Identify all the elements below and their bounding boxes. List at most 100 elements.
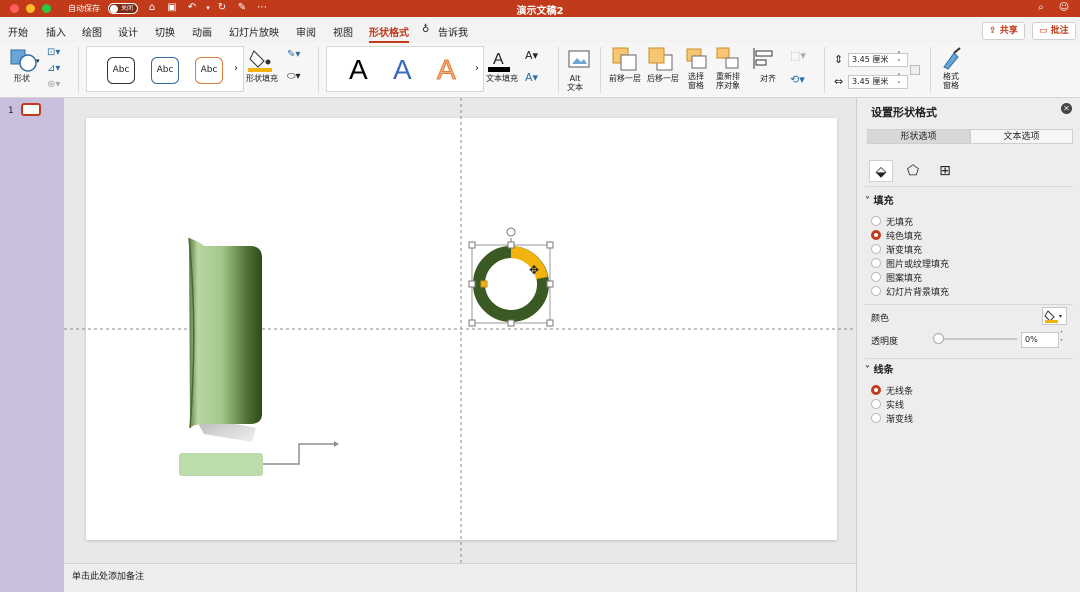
shapes-icon[interactable] bbox=[10, 48, 38, 72]
notes-pane[interactable]: 单击此处添加备注 bbox=[64, 563, 856, 592]
tab-insert[interactable]: 插入 bbox=[46, 24, 66, 39]
bring-forward-icon[interactable] bbox=[612, 47, 638, 71]
slide-thumbnail[interactable] bbox=[21, 103, 41, 116]
radio-pattern-fill[interactable] bbox=[871, 272, 881, 282]
group-icon[interactable]: ⬚▾ bbox=[790, 49, 806, 62]
shape-fill-label: 形状填充 bbox=[246, 74, 278, 83]
color-label: 颜色 bbox=[871, 314, 890, 324]
shape-options-tab[interactable]: 形状选项 bbox=[867, 129, 970, 144]
tab-shape-format[interactable]: 形状格式 bbox=[369, 24, 409, 43]
format-pane-label: 格式 窗格 bbox=[943, 72, 959, 90]
radio-solid-line[interactable] bbox=[871, 399, 881, 409]
reorder-objects-icon[interactable] bbox=[716, 47, 742, 71]
rotate-icon[interactable]: ⟲▾ bbox=[790, 73, 805, 86]
transparency-stepper[interactable]: ˄ ˅ bbox=[1060, 331, 1063, 347]
selection-pane-icon[interactable] bbox=[686, 47, 708, 71]
search-icon[interactable]: ⌕ bbox=[1035, 2, 1047, 14]
slide-content: ✥ bbox=[64, 98, 856, 564]
tell-me-search[interactable]: 告诉我 bbox=[438, 24, 468, 39]
lock-aspect-ratio-icon[interactable] bbox=[910, 65, 920, 75]
curled-page-shape[interactable] bbox=[188, 237, 262, 442]
transparency-slider[interactable] bbox=[937, 338, 1017, 340]
solid-line-label: 实线 bbox=[886, 401, 905, 411]
text-fill-label: 文本填充 bbox=[486, 74, 518, 83]
radio-gradient-line[interactable] bbox=[871, 413, 881, 423]
size-properties-tab-icon[interactable]: ⊞ bbox=[933, 160, 957, 182]
donut-shape-selected[interactable]: ✥ bbox=[468, 227, 554, 327]
tab-design[interactable]: 设计 bbox=[118, 24, 138, 39]
text-outline-icon[interactable]: A▾ bbox=[525, 49, 538, 62]
height-icon: ⇕ bbox=[834, 53, 844, 66]
tab-slideshow[interactable]: 幻灯片放映 bbox=[229, 24, 279, 39]
wordart-style-1[interactable]: A bbox=[349, 55, 368, 85]
line-section-header[interactable]: ˅ 线条 bbox=[865, 361, 893, 376]
reorder-objects-label: 重新排 序对象 bbox=[716, 72, 740, 90]
shape-effects-icon[interactable]: ⬭▾ bbox=[287, 71, 301, 82]
radio-picture-fill[interactable] bbox=[871, 258, 881, 268]
fill-header-text: 填充 bbox=[873, 196, 894, 207]
fill-section-header[interactable]: ˅ 填充 bbox=[865, 192, 893, 207]
tab-draw[interactable]: 绘图 bbox=[82, 24, 102, 39]
shapes-dropdown-icon[interactable]: ▾ bbox=[36, 57, 40, 65]
merge-shapes-icon[interactable]: ⊕▾ bbox=[47, 79, 60, 90]
radio-gradient-fill[interactable] bbox=[871, 244, 881, 254]
tab-transitions[interactable]: 切换 bbox=[155, 24, 175, 39]
effects-tab-icon[interactable]: ⬠ bbox=[901, 160, 925, 182]
transparency-input[interactable]: 0% bbox=[1021, 332, 1059, 348]
format-shape-panel: 设置形状格式 ✕ 形状选项 文本选项 ⬙ ⬠ ⊞ ˅ 填充 无填充 纯色填充 渐… bbox=[856, 98, 1080, 592]
account-icon[interactable]: ☺ bbox=[1058, 2, 1070, 14]
text-fill-icon[interactable]: A bbox=[488, 47, 512, 73]
notes-placeholder: 单击此处添加备注 bbox=[72, 572, 145, 582]
transparency-slider-knob[interactable] bbox=[933, 333, 944, 344]
shapes-label: 形状 bbox=[14, 74, 30, 83]
shape-fill-icon[interactable] bbox=[248, 47, 274, 73]
send-backward-icon[interactable] bbox=[648, 47, 674, 71]
tab-animations[interactable]: 动画 bbox=[192, 24, 212, 39]
share-icon: ⇪ bbox=[989, 26, 1000, 36]
panel-close-icon[interactable]: ✕ bbox=[1061, 103, 1072, 114]
wordart-style-2[interactable]: A bbox=[393, 55, 412, 85]
wordart-more-icon[interactable]: › bbox=[475, 63, 479, 74]
textbox-icon[interactable]: ⊡▾ bbox=[47, 47, 60, 58]
comments-button[interactable]: ▭ 批注 bbox=[1032, 22, 1076, 40]
tab-review[interactable]: 审阅 bbox=[296, 24, 316, 39]
rotate-handle[interactable] bbox=[506, 227, 516, 237]
transparency-label: 透明度 bbox=[871, 337, 899, 347]
align-icon[interactable] bbox=[752, 47, 778, 71]
wordart-style-3[interactable]: A bbox=[437, 54, 457, 85]
radio-no-line[interactable] bbox=[871, 385, 881, 395]
edit-shape-icon[interactable]: ⊿▾ bbox=[47, 63, 60, 74]
pattern-fill-label: 图案填充 bbox=[886, 274, 923, 284]
shape-style-1[interactable]: Abc bbox=[107, 57, 135, 84]
text-options-tab[interactable]: 文本选项 bbox=[970, 129, 1073, 144]
shape-style-2[interactable]: Abc bbox=[151, 57, 179, 84]
fill-line-tab-icon[interactable]: ⬙ bbox=[869, 160, 893, 182]
solid-fill-label: 纯色填充 bbox=[886, 232, 923, 242]
radio-solid-fill[interactable] bbox=[871, 230, 881, 240]
share-button[interactable]: ⇪ 共享 bbox=[982, 22, 1025, 40]
styles-more-icon[interactable]: › bbox=[234, 63, 238, 74]
text-effects-icon[interactable]: A▾ bbox=[525, 71, 538, 84]
elbow-arrow-connector[interactable] bbox=[263, 441, 339, 465]
bring-forward-label: 前移一层 bbox=[609, 74, 641, 83]
color-picker-button[interactable]: ▾ bbox=[1042, 307, 1067, 325]
tab-home[interactable]: 开始 bbox=[8, 24, 28, 39]
radio-no-fill[interactable] bbox=[871, 216, 881, 226]
line-header-text: 线条 bbox=[873, 365, 894, 376]
slide-thumbnails-pane bbox=[0, 98, 64, 592]
height-stepper[interactable]: ˄ ˅ bbox=[897, 51, 901, 67]
width-stepper[interactable]: ˄ ˅ bbox=[897, 73, 901, 89]
picture-fill-label: 图片或纹理填充 bbox=[886, 260, 950, 270]
comments-label: 批注 bbox=[1050, 26, 1069, 36]
format-pane-icon[interactable] bbox=[940, 47, 964, 71]
label-box-shape[interactable] bbox=[179, 453, 263, 476]
wordart-gallery: A A A bbox=[326, 46, 484, 92]
radio-slide-background-fill[interactable] bbox=[871, 286, 881, 296]
shape-outline-icon[interactable]: ✎▾ bbox=[287, 49, 300, 60]
alt-text-icon[interactable] bbox=[568, 49, 590, 71]
tab-view[interactable]: 视图 bbox=[333, 24, 353, 39]
slide-number: 1 bbox=[8, 106, 14, 116]
shape-style-3[interactable]: Abc bbox=[195, 57, 223, 84]
svg-text:▾: ▾ bbox=[1059, 313, 1062, 320]
mouse-cursor-icon: ✥ bbox=[529, 263, 539, 277]
